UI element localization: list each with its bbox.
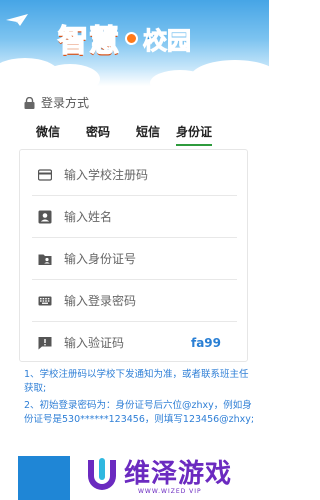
login-method-title: 登录方式 — [24, 94, 89, 111]
captcha-input[interactable] — [64, 335, 191, 350]
note-item: 2、初始登录密码为：身份证号后六位@zhxy，例如身份证号是530******1… — [24, 400, 255, 425]
watermark-text: 维泽游戏 — [124, 459, 233, 489]
login-form: fa99 — [19, 149, 248, 362]
name-row — [32, 196, 237, 238]
tab-wechat[interactable]: 微信 — [36, 124, 60, 144]
folder-person-icon — [38, 254, 52, 265]
login-tabs: 微信 密码 短信 身份证 — [24, 124, 254, 146]
id-number-row — [32, 238, 237, 280]
name-input[interactable] — [64, 209, 237, 224]
watermark-logo-icon — [88, 458, 116, 490]
logo-sub-text: 校园 — [143, 26, 192, 55]
captcha-code[interactable]: fa99 — [191, 336, 221, 350]
captcha-row: fa99 — [32, 322, 237, 363]
header-banner: 智慧 校园 — [0, 0, 269, 86]
logo-dot — [125, 31, 138, 45]
watermark-url: WWW.WIZED VIP — [138, 488, 202, 495]
card-icon — [38, 168, 52, 181]
password-row — [32, 280, 237, 322]
keyboard-icon — [38, 296, 52, 305]
login-button[interactable] — [18, 456, 70, 500]
alert-icon — [38, 336, 52, 349]
paper-plane-icon — [6, 14, 28, 26]
tab-password[interactable]: 密码 — [86, 124, 110, 144]
note-item: 1、学校注册码以学校下发通知为准，或者联系班主任获取; — [24, 369, 249, 394]
school-code-row — [32, 154, 237, 196]
lock-icon — [24, 96, 35, 109]
cloud-decoration — [40, 64, 100, 86]
logo-main-text: 智慧 — [57, 23, 120, 60]
school-code-input[interactable] — [64, 167, 237, 182]
app-logo: 智慧 校园 — [57, 16, 192, 60]
tab-id-card[interactable]: 身份证 — [176, 124, 213, 146]
person-icon — [38, 210, 52, 223]
login-notes: 1、学校注册码以学校下发通知为准，或者联系班主任获取; 2、初始登录密码为：身份… — [24, 368, 256, 430]
id-number-input[interactable] — [64, 251, 237, 266]
password-input[interactable] — [64, 293, 237, 308]
tab-sms[interactable]: 短信 — [136, 124, 160, 144]
login-method-label: 登录方式 — [41, 96, 90, 110]
